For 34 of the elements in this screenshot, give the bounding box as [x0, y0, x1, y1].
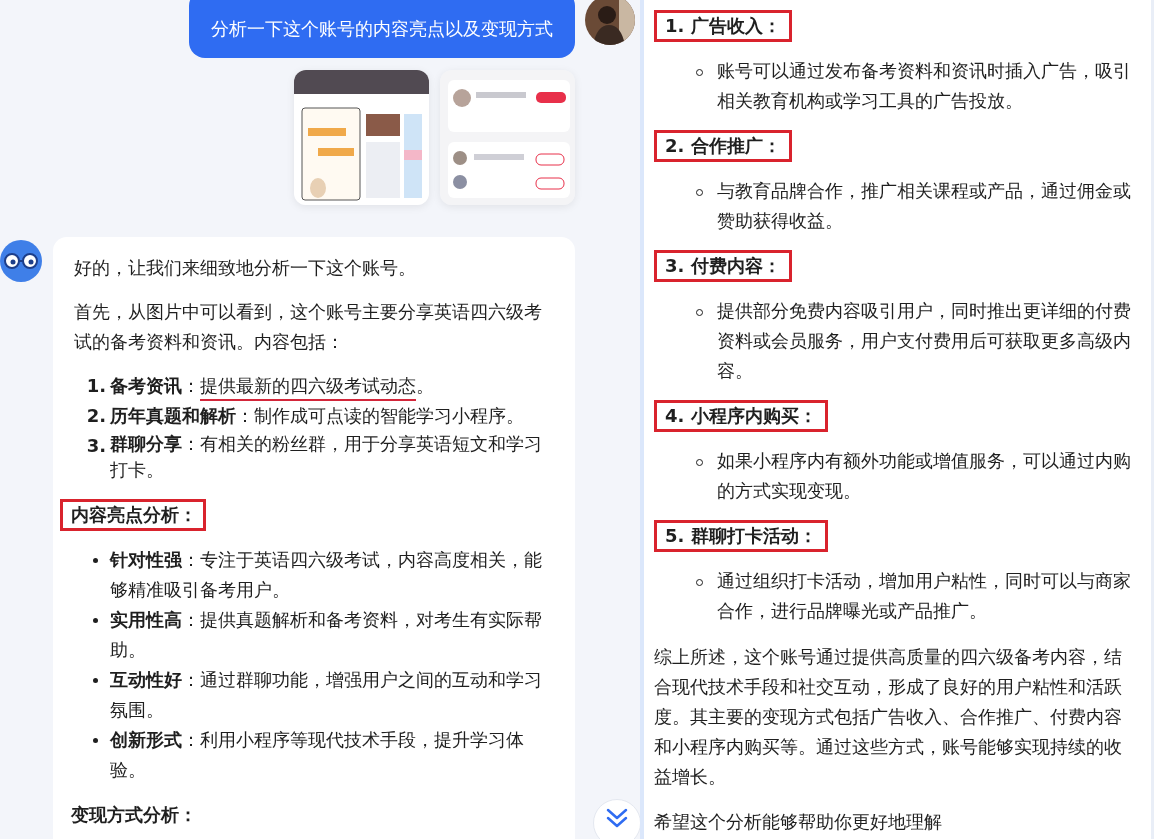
section-heading: 3. 付费内容：	[654, 250, 792, 282]
bullet-icon	[92, 558, 98, 563]
user-avatar-icon	[585, 0, 635, 45]
list-number: 1.	[85, 374, 107, 398]
list-item-text: 创新形式：利用小程序等现代技术手段，提升学习体验。	[110, 728, 525, 782]
bullet-icon	[92, 618, 98, 623]
reply-text: 好的，让我们来细致地分析一下这个账号。	[74, 256, 417, 280]
double-chevron-down-icon	[606, 808, 628, 828]
list-item-text: 如果小程序内有额外功能或增值服务，可以通过内购的方式实现变现。	[717, 449, 1132, 503]
list-item-text: 账号可以通过发布备考资料和资讯时插入广告，吸引相关教育机构或学习工具的广告投放。	[717, 59, 1132, 113]
list-item-text: 通过组织打卡活动，增加用户粘性，同时可以与商家合作，进行品牌曝光或产品推广。	[717, 569, 1132, 623]
closing-text: 希望这个分析能够帮助你更好地理解	[654, 810, 943, 834]
list-item-text: 互动性好：通过群聊功能，增强用户之间的互动和学习氛围。	[110, 668, 542, 722]
list-item-text: 群聊分享：有相关的粉丝群，用于分享英语短文和学习打卡。	[110, 432, 542, 482]
list-item-text: 备考资讯：提供最新的四六级考试动态。	[110, 371, 542, 401]
section-heading: 2. 合作推广：	[654, 130, 792, 162]
section-heading: 5. 群聊打卡活动：	[654, 520, 828, 552]
bullet-icon	[92, 678, 98, 683]
bullet-icon	[92, 738, 98, 743]
user-message: 分析一下这个账号的内容亮点以及变现方式	[189, 0, 575, 58]
list-item-text: 与教育品牌合作，推广相关课程或产品，通过佣金或赞助获得收益。	[717, 179, 1132, 233]
section-heading: 1. 广告收入：	[654, 10, 792, 42]
scroll-down-button[interactable]	[593, 799, 640, 839]
list-item-text: 实用性高：提供真题解析和备考资料，对考生有实际帮助。	[110, 608, 542, 662]
section-heading: 内容亮点分析：	[60, 499, 206, 531]
list-number: 3.	[85, 434, 107, 458]
section-heading: 4. 小程序内购买：	[654, 400, 828, 432]
section-heading: 变现方式分析：	[70, 803, 198, 827]
list-number: 2.	[85, 404, 107, 428]
list-item-text: 历年真题和解析：制作成可点读的智能学习小程序。	[110, 404, 525, 428]
reply-text: 首先，从图片中可以看到，这个账号主要分享英语四六级考试的备考资料和资讯。内容包括：	[74, 300, 543, 354]
list-item-text: 针对性强：专注于英语四六级考试，内容高度相关，能够精准吸引备考用户。	[110, 548, 542, 602]
summary-text: 综上所述，这个账号通过提供高质量的四六级备考内容，结合现代技术手段和社交互动，形成了良好的用户粘性和活跃度。其主要的变现方式包括广告收入、合作推广、付费内容和小程序内购买等。通过这些方式，账号能够实现持续的收益增长。	[654, 645, 1123, 789]
list-item-text: 提供部分免费内容吸引用户，同时推出更详细的付费资料或会员服务，用户支付费用后可获取更多高级内容。	[717, 299, 1132, 383]
